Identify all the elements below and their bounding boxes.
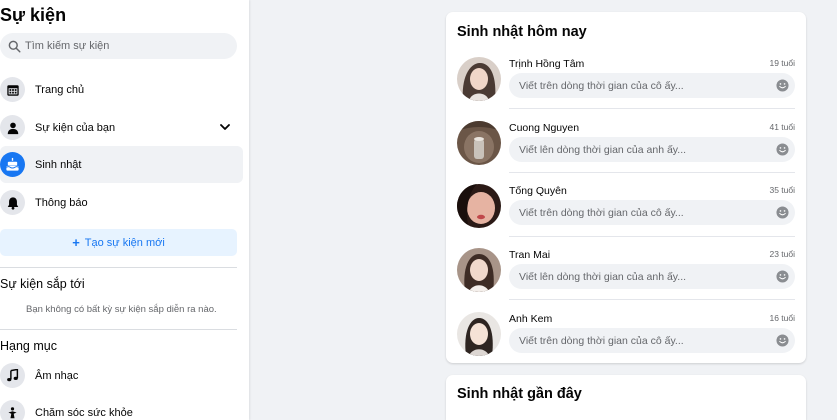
calendar-icon [0, 77, 25, 102]
row-divider [509, 172, 795, 173]
search-input[interactable] [25, 40, 225, 52]
sidebar-item-label: Sinh nhật [35, 158, 82, 171]
recent-birthdays-title: Sinh nhật gần đây [457, 386, 582, 402]
emoji-icon[interactable] [776, 270, 789, 283]
search-box[interactable] [0, 33, 237, 59]
chevron-down-icon[interactable] [219, 121, 231, 133]
birthday-post-box[interactable] [509, 137, 795, 162]
birthday-post-box[interactable] [509, 200, 795, 225]
sidebar-item-your-events[interactable]: Sự kiện của bạn [0, 109, 243, 146]
divider [0, 329, 237, 330]
sidebar-item-label: Thông báo [35, 196, 88, 209]
sidebar: Sự kiện Trang chủ Sự kiện của bạn [0, 0, 249, 420]
birthdays-today-title: Sinh nhật hôm nay [457, 24, 587, 40]
row-divider [509, 108, 795, 109]
sidebar-item-label: Trang chủ [35, 83, 85, 96]
categories-title: Hạng mục [0, 339, 57, 353]
sidebar-item-home[interactable]: Trang chủ [0, 71, 243, 108]
birthday-row: Anh Kem 16 tuổi [457, 308, 795, 363]
avatar[interactable] [457, 312, 501, 356]
birthday-post-input[interactable] [519, 79, 759, 92]
create-event-label: Tạo sự kiện mới [84, 236, 165, 249]
emoji-icon[interactable] [776, 143, 789, 156]
sidebar-item-label: Sự kiện của bạn [35, 121, 116, 134]
birthday-age: 41 tuổi [769, 122, 795, 132]
birthday-age: 16 tuổi [769, 313, 795, 323]
birthday-post-input[interactable] [519, 334, 759, 347]
category-label: Chăm sóc sức khỏe [35, 406, 133, 419]
person-icon [0, 115, 25, 140]
birthday-person-name[interactable]: Tran Mai [509, 249, 550, 261]
birthday-post-box[interactable] [509, 73, 795, 98]
birthday-person-name[interactable]: Cuong Nguyen [509, 122, 579, 134]
birthday-age: 19 tuổi [769, 58, 795, 68]
emoji-icon[interactable] [776, 334, 789, 347]
bell-icon [0, 190, 25, 215]
music-note-icon [0, 363, 25, 388]
birthday-person-name[interactable]: Anh Kem [509, 313, 552, 325]
sidebar-item-birthdays[interactable]: Sinh nhật [0, 146, 243, 183]
upcoming-events-empty: Bạn không có bất kỳ sự kiện sắp diễn ra … [26, 304, 217, 315]
category-item-health[interactable]: Chăm sóc sức khỏe [0, 394, 243, 420]
birthday-post-input[interactable] [519, 206, 759, 219]
birthday-person-name[interactable]: Tống Quyên [509, 185, 567, 197]
avatar[interactable] [457, 121, 501, 165]
search-icon [8, 40, 21, 53]
divider [0, 267, 237, 268]
birthday-cake-icon [0, 152, 25, 177]
birthday-post-input[interactable] [519, 143, 759, 156]
birthday-person-name[interactable]: Trịnh Hồng Tâm [509, 58, 584, 70]
birthday-row: Tran Mai 23 tuổi [457, 244, 795, 307]
birthday-post-box[interactable] [509, 328, 795, 353]
birthday-row: Tống Quyên 35 tuổi [457, 180, 795, 243]
sidebar-title: Sự kiện [0, 5, 67, 25]
row-divider [509, 236, 795, 237]
plus-icon: + [72, 235, 80, 250]
category-item-music[interactable]: Âm nhạc [0, 357, 243, 394]
avatar[interactable] [457, 184, 501, 228]
avatar[interactable] [457, 248, 501, 292]
emoji-icon[interactable] [776, 79, 789, 92]
category-label: Âm nhạc [35, 369, 79, 382]
health-icon [0, 400, 25, 420]
birthdays-today-card: Sinh nhật hôm nay Trịnh Hồng Tâm 19 tuổi [446, 12, 806, 363]
birthday-age: 23 tuổi [769, 249, 795, 259]
birthday-post-input[interactable] [519, 270, 759, 283]
upcoming-events-title: Sự kiện sắp tới [0, 277, 85, 291]
sidebar-item-notifications[interactable]: Thông báo [0, 184, 243, 221]
emoji-icon[interactable] [776, 206, 789, 219]
birthday-post-box[interactable] [509, 264, 795, 289]
birthday-row: Cuong Nguyen 41 tuổi [457, 117, 795, 180]
create-event-button[interactable]: + Tạo sự kiện mới [0, 229, 237, 256]
row-divider [509, 299, 795, 300]
recent-birthdays-card: Sinh nhật gần đây [446, 375, 806, 420]
birthday-row: Trịnh Hồng Tâm 19 tuổi [457, 53, 795, 116]
birthday-age: 35 tuổi [769, 185, 795, 195]
avatar[interactable] [457, 57, 501, 101]
